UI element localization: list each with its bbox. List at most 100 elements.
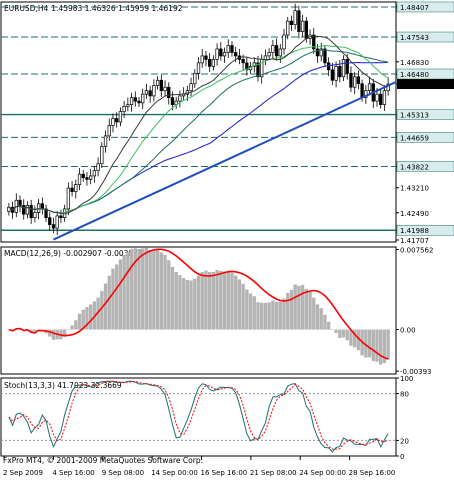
chart-marks: 1.48407 1.47543 1.46830 1.46480 1.46192 1.453… [0,1,454,477]
macd-histogram-bar [334,329,338,334]
macd-tick-label: 0.00 [400,327,416,335]
candle-body [196,62,201,74]
macd-histogram-bar [174,271,178,330]
macd-histogram-bar [70,325,74,330]
macd-histogram-bar [88,304,93,330]
candle-body [334,65,338,81]
candle-body [107,125,111,137]
x-tick-label: 21 Sep 08:00 [250,469,297,477]
candle-body [18,199,22,206]
candle-body [293,10,297,25]
price-tick-label: 1.43822 [400,163,429,171]
macd-histogram-bar [226,270,230,330]
candle-body [96,163,100,172]
macd-histogram-bar [274,301,279,330]
candle-body [170,97,175,105]
macd-histogram-bar [345,329,349,341]
macd-histogram-bar [289,289,294,330]
candle-body [204,55,208,60]
x-tick-label: 16 Sep 16:00 [201,469,248,477]
candle-body [330,69,335,81]
macd-histogram-bar [144,248,149,330]
candle-body [36,203,41,213]
candle-body [59,215,63,219]
x-tick-label: 14 Sep 00:00 [151,469,198,477]
macd-histogram-bar [282,298,286,330]
candle-body [200,55,204,64]
candle-body [137,100,141,104]
candle-body [349,72,353,88]
macd-histogram-bar [330,329,335,331]
macd-histogram-bar [103,283,108,330]
candle-body [271,45,275,53]
candle-body [297,10,301,32]
candle-body [326,62,331,71]
candle-body [241,59,245,64]
price-tick-label: 1.46192 [400,81,429,89]
macd-histogram-bar [196,275,201,330]
stoch-main-line [8,380,389,453]
candle-body [274,45,279,57]
macd-histogram-bar [141,248,145,330]
candle-body [70,187,74,192]
chart-window: EURUSD,H4 1.45983 1.46326 1.45959 1.46192… [0,0,454,480]
candle-body [51,224,56,229]
candle-body [129,97,134,105]
macd-title: MACD(12,26,9) -0.002907 -0.003074 [4,249,143,258]
price-tick-label: 1.48407 [400,4,429,12]
macd-histogram-bar [263,302,268,330]
stoch-title: Stoch(13,3,3) 41.7023 32.3669 [4,381,122,390]
candle-body [219,48,223,57]
candle-body [360,83,364,99]
candle-body [100,145,104,165]
candle-body [289,20,294,25]
x-tick-label: 24 Sep 00:00 [299,469,346,477]
macd-histogram-bar [326,321,331,330]
macd-histogram-bar [297,285,301,330]
macd-histogram-bar [234,275,238,330]
x-tick-label: 4 Sep 16:00 [52,469,94,477]
macd-histogram-bar [256,302,260,330]
candle-body [22,205,26,215]
macd-histogram-bar [126,252,130,330]
macd-histogram-bar [163,254,167,330]
macd-histogram-bar [159,252,163,330]
candle-body [278,48,282,57]
stoch-tick-label: 0 [400,453,404,461]
candle-body [85,177,89,180]
stoch-signal-line [8,380,389,450]
ohlc-text: 1.45983 1.46326 1.45959 1.46192 [51,4,182,13]
macd-histogram-bar [245,289,249,330]
macd-histogram-bar [267,302,271,330]
candle-body [167,86,171,99]
macd-histogram-bar [260,302,264,330]
macd-histogram-bar [215,270,219,330]
macd-histogram-bar [241,283,245,330]
candle-body [304,20,308,39]
candle-body [189,83,193,92]
macd-histogram-bar [167,260,171,330]
macd-histogram-bar [193,278,197,330]
macd-histogram-bar [304,288,309,330]
macd-histogram-bar [252,296,256,330]
price-tick-label: 1.45313 [400,112,429,120]
macd-tick-label: 0.007562 [400,247,433,255]
macd-histogram-bar [315,304,320,330]
candle-body [338,65,342,78]
macd-histogram-bar [219,270,223,330]
macd-histogram-bar [323,314,327,330]
price-title: EURUSD,H4 1.45983 1.46326 1.45959 1.46192 [4,4,183,13]
macd-histogram-bar [111,268,115,330]
macd-histogram-bar [200,271,204,330]
price-tick-label: 1.46830 [400,59,429,67]
macd-histogram-bar [118,259,123,330]
macd-histogram-bar [248,293,253,330]
candle-body [300,20,305,32]
macd-histogram-bar [107,275,111,330]
macd-histogram-bar [308,291,312,330]
candle-body [152,85,156,97]
macd-histogram-bar [286,292,290,330]
macd-histogram-bar [319,308,323,330]
macd-histogram-bar [74,320,78,330]
candle-body [263,55,268,60]
